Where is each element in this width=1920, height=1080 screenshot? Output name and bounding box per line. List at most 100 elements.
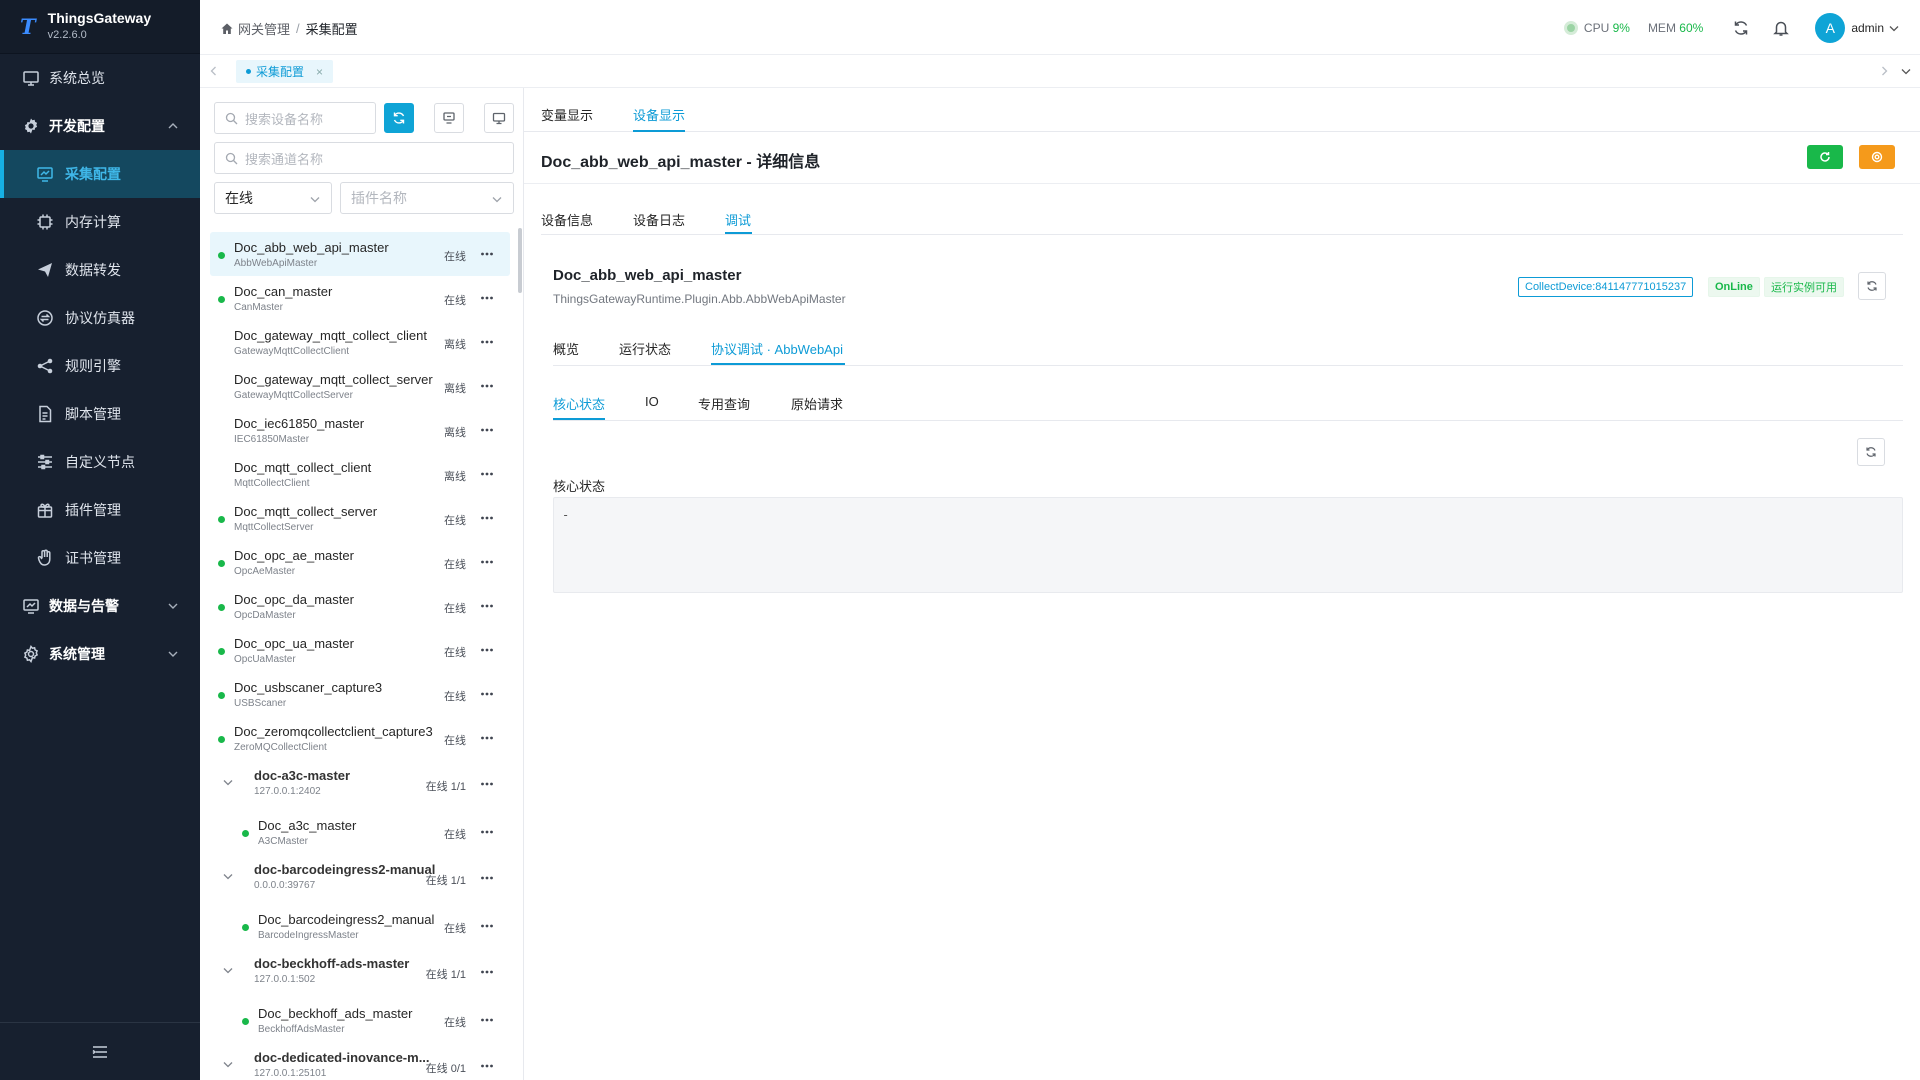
device-row[interactable]: Doc_a3c_master A3CMaster 在线: [210, 810, 510, 854]
device-row[interactable]: Doc_opc_ua_master OpcUaMaster 在线: [210, 628, 510, 672]
open-tab-collect-config[interactable]: 采集配置 ×: [236, 60, 334, 83]
swap-icon: [37, 310, 53, 326]
tab-run-state[interactable]: 运行状态: [619, 339, 671, 358]
chevron-down-icon[interactable]: [1900, 65, 1912, 77]
chevron-down-icon[interactable]: [222, 870, 234, 882]
search-channel-input[interactable]: 搜索通道名称: [214, 142, 514, 174]
more-icon[interactable]: [480, 826, 494, 838]
more-icon[interactable]: [480, 468, 494, 480]
channel-row[interactable]: doc-barcodeingress2-manual 0.0.0.0:39767 在…: [210, 854, 510, 904]
more-icon[interactable]: [480, 512, 494, 524]
device-row[interactable]: Doc_usbscaner_capture3 USBScaner 在线: [210, 672, 510, 716]
device-row[interactable]: Doc_opc_ae_master OpcAeMaster 在线: [210, 540, 510, 584]
chevron-right-icon[interactable]: [1878, 65, 1890, 77]
more-icon[interactable]: [480, 380, 494, 392]
avatar[interactable]: A: [1815, 12, 1846, 43]
device-row[interactable]: Doc_opc_da_master OpcDaMaster 在线: [210, 584, 510, 628]
tab-device-view[interactable]: 设备显示: [633, 105, 685, 124]
bell-icon[interactable]: [1772, 19, 1790, 37]
more-icon[interactable]: [480, 1060, 494, 1072]
settings-button[interactable]: [1859, 145, 1895, 169]
chevron-down-icon[interactable]: [222, 1058, 234, 1070]
sidebar-item-label: 证书管理: [65, 550, 121, 566]
refresh-device-button[interactable]: [1858, 272, 1886, 300]
refresh-icon[interactable]: [1732, 19, 1750, 37]
core-state-text: -: [562, 508, 570, 522]
more-icon[interactable]: [480, 556, 494, 568]
online-status-tag: OnLine: [1708, 277, 1760, 297]
sidebar-item-data-forward[interactable]: 数据转发: [0, 246, 200, 294]
device-row[interactable]: Doc_gateway_mqtt_collect_client GatewayMq…: [210, 320, 510, 364]
breadcrumb-item[interactable]: 网关管理: [238, 19, 290, 38]
tab-device-info[interactable]: 设备信息: [541, 210, 593, 229]
tab-protocol-debug[interactable]: 协议调试 · AbbWebApi: [711, 339, 843, 358]
more-icon[interactable]: [480, 966, 494, 978]
refresh-tree-button[interactable]: [384, 103, 414, 133]
plugin-filter-select[interactable]: 插件名称: [340, 182, 514, 214]
chevron-down-icon[interactable]: [222, 964, 234, 976]
sidebar-group-data-alarm[interactable]: 数据与告警: [0, 582, 200, 630]
chevron-down-icon: [168, 603, 178, 609]
device-row[interactable]: Doc_barcodeingress2_manual BarcodeIngress…: [210, 904, 510, 948]
sidebar-collapse-button[interactable]: [0, 1022, 200, 1080]
device-status: 在线: [444, 691, 466, 703]
sidebar-item-collect-config[interactable]: 采集配置: [0, 150, 200, 198]
tab-device-log[interactable]: 设备日志: [633, 210, 685, 229]
refresh-core-state-button[interactable]: [1857, 438, 1885, 466]
mem-usage: MEM 60%: [1648, 21, 1703, 35]
collapse-tree-button[interactable]: [434, 103, 464, 133]
sidebar-item-custom-node[interactable]: 自定义节点: [0, 438, 200, 486]
sidebar-item-script-manage[interactable]: 脚本管理: [0, 390, 200, 438]
device-row[interactable]: Doc_zeromqcollectclient_capture3 ZeroMQCo…: [210, 716, 510, 760]
device-row[interactable]: Doc_can_master CanMaster 在线: [210, 276, 510, 320]
status-filter-select[interactable]: 在线: [214, 182, 332, 214]
more-icon[interactable]: [480, 644, 494, 656]
sidebar-item-memory-compute[interactable]: 内存计算: [0, 198, 200, 246]
more-icon[interactable]: [480, 688, 494, 700]
tab-core-state[interactable]: 核心状态: [553, 394, 605, 413]
more-icon[interactable]: [480, 336, 494, 348]
more-icon[interactable]: [480, 920, 494, 932]
channel-row[interactable]: doc-a3c-master 127.0.0.1:2402 在线 1/1: [210, 760, 510, 810]
device-row[interactable]: Doc_abb_web_api_master AbbWebApiMaster 在线: [210, 232, 510, 276]
tab-special-query[interactable]: 专用查询: [698, 394, 750, 413]
sidebar-item-cert-manage[interactable]: 证书管理: [0, 534, 200, 582]
chevron-down-icon[interactable]: [1888, 22, 1900, 34]
tab-variable-view[interactable]: 变量显示: [541, 105, 593, 124]
channel-row[interactable]: doc-dedicated-inovance-m... 127.0.0.1:251…: [210, 1042, 510, 1080]
brand-name: ThingsGateway: [47, 9, 152, 26]
sidebar-item-protocol-simulator[interactable]: 协议仿真器: [0, 294, 200, 342]
device-row[interactable]: Doc_beckhoff_ads_master BeckhoffAdsMaster…: [210, 998, 510, 1042]
sidebar-item-overview[interactable]: 系统总览: [0, 54, 200, 102]
restart-button[interactable]: [1807, 145, 1843, 169]
tab-debug[interactable]: 调试: [725, 210, 751, 229]
chevron-down-icon[interactable]: [222, 776, 234, 788]
more-icon[interactable]: [480, 1014, 494, 1026]
tab-raw-request[interactable]: 原始请求: [791, 394, 843, 413]
monitor-button[interactable]: [484, 103, 514, 133]
more-icon[interactable]: [480, 872, 494, 884]
more-icon[interactable]: [480, 292, 494, 304]
device-row[interactable]: Doc_mqtt_collect_client MqttCollectClient…: [210, 452, 510, 496]
user-name[interactable]: admin: [1851, 21, 1884, 35]
chevron-left-icon[interactable]: [208, 65, 220, 77]
scrollbar-thumb[interactable]: [518, 228, 522, 293]
sidebar-group-dev-config[interactable]: 开发配置: [0, 102, 200, 150]
more-icon[interactable]: [480, 732, 494, 744]
close-tab-icon[interactable]: ×: [316, 65, 323, 79]
channel-row[interactable]: doc-beckhoff-ads-master 127.0.0.1:502 在线 1…: [210, 948, 510, 998]
tab-overview[interactable]: 概览: [553, 339, 579, 358]
more-icon[interactable]: [480, 778, 494, 790]
device-row[interactable]: Doc_iec61850_master IEC61850Master 离线: [210, 408, 510, 452]
sidebar-group-system-manage[interactable]: 系统管理: [0, 630, 200, 678]
page-tabs-bar: 采集配置 ×: [200, 55, 1920, 88]
device-row[interactable]: Doc_mqtt_collect_server MqttCollectServer…: [210, 496, 510, 540]
more-icon[interactable]: [480, 424, 494, 436]
device-row[interactable]: Doc_gateway_mqtt_collect_server GatewayMq…: [210, 364, 510, 408]
sidebar-item-plugin-manage[interactable]: 插件管理: [0, 486, 200, 534]
tab-io[interactable]: IO: [645, 394, 659, 409]
search-device-input[interactable]: 搜索设备名称: [214, 102, 376, 134]
more-icon[interactable]: [480, 248, 494, 260]
sidebar-item-rule-engine[interactable]: 规则引擎: [0, 342, 200, 390]
more-icon[interactable]: [480, 600, 494, 612]
